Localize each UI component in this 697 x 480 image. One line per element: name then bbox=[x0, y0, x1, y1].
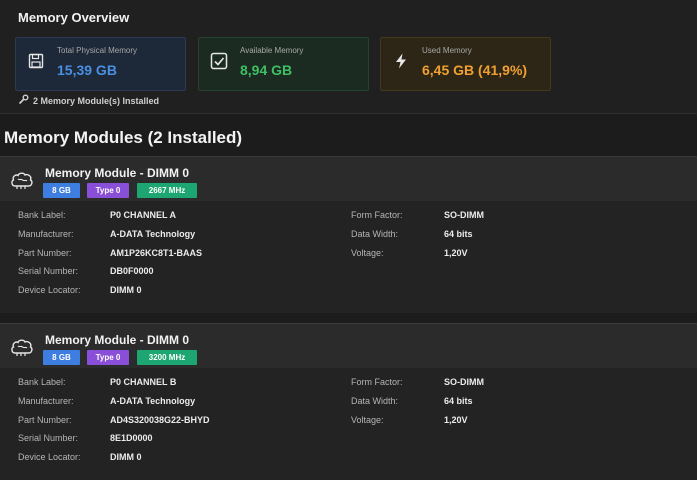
bank-label-value: P0 CHANNEL B bbox=[110, 377, 177, 387]
floppy-disk-icon bbox=[26, 51, 46, 71]
part-number-value: AM1P26KC8T1-BAAS bbox=[110, 248, 203, 258]
memory-overview-panel: Memory Overview Total Physical Memory 15… bbox=[0, 0, 697, 114]
available-memory-label: Available Memory bbox=[240, 46, 304, 55]
voltage-value: 1,20V bbox=[444, 415, 468, 425]
wrench-icon bbox=[18, 94, 29, 107]
device-locator-value: DIMM 0 bbox=[110, 452, 142, 462]
available-memory-value: 8,94 GB bbox=[240, 62, 293, 78]
brain-chip-icon bbox=[10, 338, 34, 358]
check-square-icon bbox=[209, 51, 229, 71]
serial-number-label: Serial Number: bbox=[18, 433, 79, 443]
data-width-label: Data Width: bbox=[351, 396, 399, 406]
capacity-badge: 8 GB bbox=[43, 183, 80, 198]
type-badge: Type 0 bbox=[87, 183, 129, 198]
used-memory-card: Used Memory 6,45 GB (41,9%) bbox=[380, 37, 551, 91]
form-factor-label: Form Factor: bbox=[351, 377, 403, 387]
memory-module-card: Memory Module - DIMM 0 8 GB Type 0 3200 … bbox=[0, 323, 697, 480]
used-memory-value: 6,45 GB (41,9%) bbox=[422, 62, 528, 78]
memory-module-card: Memory Module - DIMM 0 8 GB Type 0 2667 … bbox=[0, 156, 697, 313]
module-title: Memory Module - DIMM 0 bbox=[45, 166, 190, 180]
available-memory-card: Available Memory 8,94 GB bbox=[198, 37, 369, 91]
manufacturer-value: A-DATA Technology bbox=[110, 229, 196, 239]
voltage-value: 1,20V bbox=[444, 248, 468, 258]
voltage-label: Voltage: bbox=[351, 248, 384, 258]
speed-badge: 2667 MHz bbox=[137, 183, 197, 198]
bank-label-value: P0 CHANNEL A bbox=[110, 210, 177, 220]
module-header: Memory Module - DIMM 0 8 GB Type 0 3200 … bbox=[0, 324, 697, 368]
serial-number-value: DB0F0000 bbox=[110, 266, 154, 276]
module-title: Memory Module - DIMM 0 bbox=[45, 333, 190, 347]
data-width-label: Data Width: bbox=[351, 229, 399, 239]
serial-number-label: Serial Number: bbox=[18, 266, 79, 276]
form-factor-value: SO-DIMM bbox=[444, 377, 484, 387]
data-width-value: 64 bits bbox=[444, 229, 473, 239]
modules-section-title: Memory Modules (2 Installed) bbox=[4, 128, 243, 147]
modules-installed-text: 2 Memory Module(s) Installed bbox=[33, 95, 160, 106]
part-number-value: AD4S320038G22-BHYD bbox=[110, 415, 210, 425]
device-locator-value: DIMM 0 bbox=[110, 285, 142, 295]
used-memory-label: Used Memory bbox=[422, 46, 472, 55]
total-memory-card: Total Physical Memory 15,39 GB bbox=[15, 37, 186, 91]
data-width-value: 64 bits bbox=[444, 396, 473, 406]
modules-installed-note: 2 Memory Module(s) Installed bbox=[18, 94, 159, 107]
device-locator-label: Device Locator: bbox=[18, 285, 81, 295]
type-badge: Type 0 bbox=[87, 350, 129, 365]
capacity-badge: 8 GB bbox=[43, 350, 80, 365]
lightning-icon bbox=[391, 51, 411, 71]
device-locator-label: Device Locator: bbox=[18, 452, 81, 462]
manufacturer-label: Manufacturer: bbox=[18, 396, 74, 406]
serial-number-value: 8E1D0000 bbox=[110, 433, 153, 443]
total-memory-value: 15,39 GB bbox=[57, 62, 117, 78]
manufacturer-value: A-DATA Technology bbox=[110, 396, 196, 406]
bank-label-label: Bank Label: bbox=[18, 377, 66, 387]
form-factor-label: Form Factor: bbox=[351, 210, 403, 220]
form-factor-value: SO-DIMM bbox=[444, 210, 484, 220]
speed-badge: 3200 MHz bbox=[137, 350, 197, 365]
brain-chip-icon bbox=[10, 171, 34, 191]
total-memory-label: Total Physical Memory bbox=[57, 46, 138, 55]
manufacturer-label: Manufacturer: bbox=[18, 229, 74, 239]
overview-title: Memory Overview bbox=[18, 10, 130, 25]
module-header: Memory Module - DIMM 0 8 GB Type 0 2667 … bbox=[0, 157, 697, 201]
part-number-label: Part Number: bbox=[18, 248, 72, 258]
part-number-label: Part Number: bbox=[18, 415, 72, 425]
bank-label-label: Bank Label: bbox=[18, 210, 66, 220]
voltage-label: Voltage: bbox=[351, 415, 384, 425]
